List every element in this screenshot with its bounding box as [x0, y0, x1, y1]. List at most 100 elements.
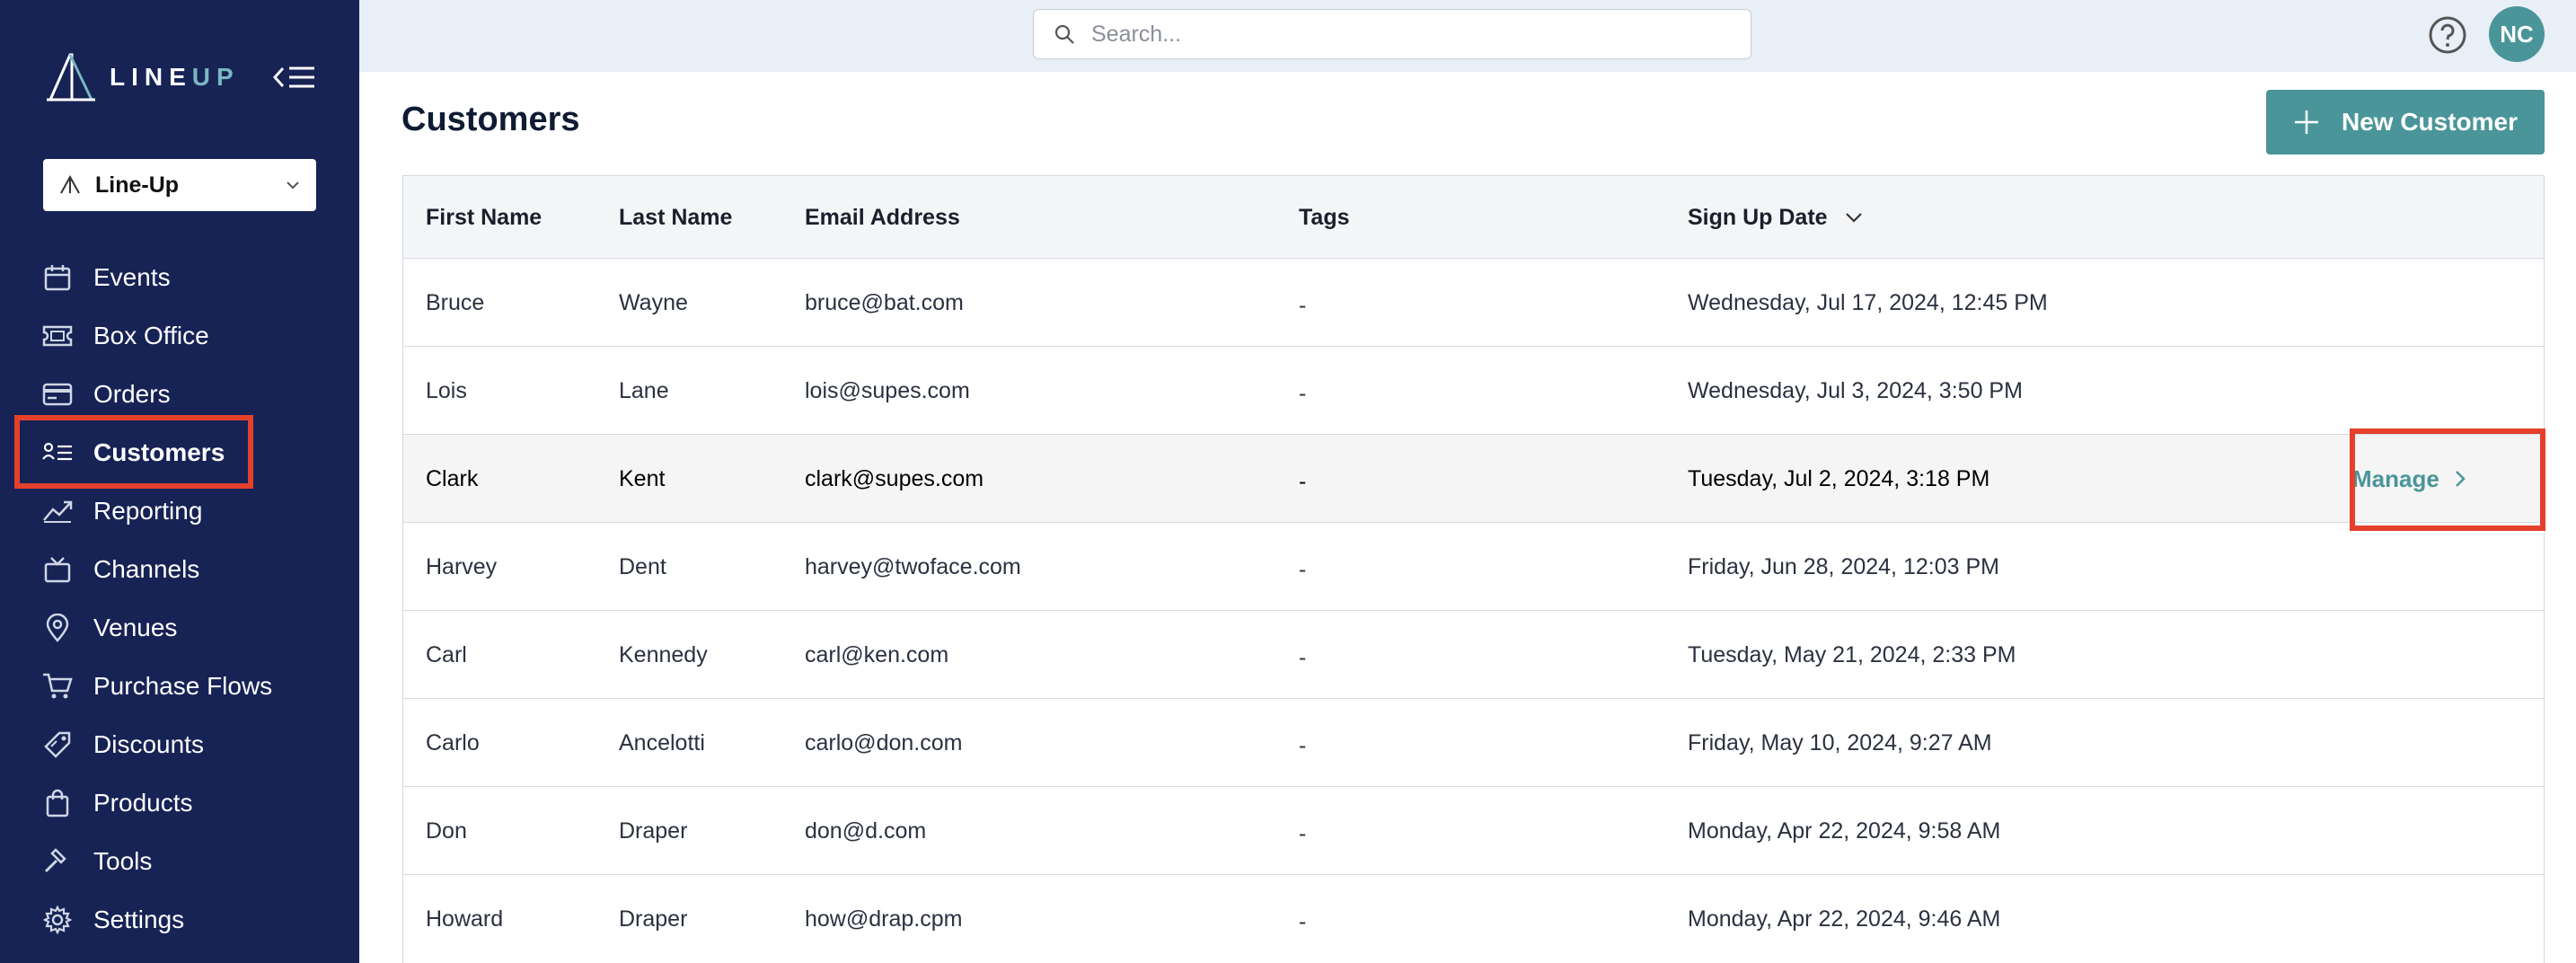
table-row[interactable]: Bruce Wayne bruce@bat.com - Wednesday, J…	[403, 259, 2544, 347]
cell-last-name: Kennedy	[619, 641, 708, 667]
cell-last-name: Draper	[619, 906, 688, 932]
sidebar-item-channels[interactable]: Channels	[0, 540, 359, 598]
cart-icon	[41, 670, 74, 702]
cell-sign-up-date: Monday, Apr 22, 2024, 9:58 AM	[1688, 817, 2001, 844]
highlight-box-manage	[2350, 428, 2545, 531]
cell-sign-up-date: Friday, Jun 28, 2024, 12:03 PM	[1688, 553, 1999, 579]
avatar[interactable]: NC	[2489, 6, 2545, 62]
column-header-last-name[interactable]: Last Name	[619, 176, 732, 259]
column-header-first-name[interactable]: First Name	[426, 176, 542, 259]
cell-first-name: Carlo	[426, 729, 480, 755]
cell-tags: -	[1299, 820, 1307, 846]
sidebar-item-label: Discounts	[93, 729, 204, 758]
calendar-icon	[41, 261, 74, 294]
org-logo-icon	[60, 175, 80, 194]
table-row[interactable]: Clark Kent clark@supes.com - Tuesday, Ju…	[403, 435, 2544, 523]
sidebar-item-label: Channels	[93, 554, 200, 583]
cell-sign-up-date: Tuesday, Jul 2, 2024, 3:18 PM	[1688, 465, 1990, 491]
org-selector[interactable]: Line-Up	[43, 159, 316, 211]
search-bar[interactable]	[1033, 9, 1751, 59]
sidebar-item-label: Box Office	[93, 321, 209, 349]
table-row[interactable]: Lois Lane lois@supes.com - Wednesday, Ju…	[403, 347, 2544, 435]
cell-email: harvey@twoface.com	[805, 553, 1021, 579]
help-button[interactable]	[2427, 14, 2468, 56]
customers-table: First Name Last Name Email Address Tags …	[402, 175, 2545, 963]
logo-text: LINEUP	[110, 63, 240, 92]
cell-email: how@drap.cpm	[805, 906, 963, 932]
sidebar-item-label: Settings	[93, 905, 185, 933]
sidebar-item-label: Events	[93, 262, 171, 291]
lineup-logo-icon	[47, 53, 95, 102]
sidebar-item-events[interactable]: Events	[0, 248, 359, 306]
cell-email: don@d.com	[805, 817, 927, 844]
gear-icon	[41, 904, 74, 936]
cell-first-name: Harvey	[426, 553, 498, 579]
cell-tags: -	[1299, 644, 1307, 670]
sidebar-item-tools[interactable]: Tools	[0, 832, 359, 890]
cell-tags: -	[1299, 732, 1307, 758]
cell-tags: -	[1299, 908, 1307, 934]
help-icon	[2429, 16, 2466, 54]
logo-text-accent: UP	[191, 63, 240, 91]
table-row[interactable]: Carl Kennedy carl@ken.com - Tuesday, May…	[403, 611, 2544, 699]
top-bar: NC	[359, 0, 2576, 72]
cell-first-name: Don	[426, 817, 467, 844]
cell-sign-up-date: Tuesday, May 21, 2024, 2:33 PM	[1688, 641, 2016, 667]
cell-last-name: Wayne	[619, 289, 688, 315]
column-header-sign-up-date-label: Sign Up Date	[1688, 204, 1828, 230]
sidebar-item-settings[interactable]: Settings	[0, 890, 359, 949]
cell-first-name: Clark	[426, 465, 479, 491]
chart-line-icon	[41, 495, 74, 527]
shopping-bag-icon	[41, 787, 74, 819]
cell-last-name: Kent	[619, 465, 666, 491]
page-title: Customers	[401, 101, 580, 138]
lineup-logo[interactable]: LINEUP	[43, 50, 240, 104]
cell-tags: -	[1299, 556, 1307, 582]
sort-chevron-down-icon	[1845, 213, 1862, 223]
sidebar-item-label: Venues	[93, 613, 178, 641]
new-customer-button[interactable]: New Customer	[2266, 90, 2545, 155]
ticket-icon	[41, 320, 74, 352]
chevron-down-icon	[287, 181, 299, 190]
credit-card-icon	[41, 378, 74, 411]
column-header-sign-up-date[interactable]: Sign Up Date	[1688, 176, 1864, 259]
cell-tags: -	[1299, 380, 1307, 406]
cell-email: carl@ken.com	[805, 641, 949, 667]
table-row[interactable]: Carlo Ancelotti carlo@don.com - Friday, …	[403, 699, 2544, 787]
sidebar-item-label: Reporting	[93, 496, 203, 525]
sidebar-item-label: Orders	[93, 379, 171, 408]
cell-sign-up-date: Monday, Apr 22, 2024, 9:46 AM	[1688, 906, 2001, 932]
org-selector-label: Line-Up	[95, 172, 180, 198]
cell-first-name: Bruce	[426, 289, 485, 315]
cell-sign-up-date: Friday, May 10, 2024, 9:27 AM	[1688, 729, 1992, 755]
highlight-box-customers	[14, 415, 253, 489]
cell-sign-up-date: Wednesday, Jul 3, 2024, 3:50 PM	[1688, 377, 2023, 403]
cell-sign-up-date: Wednesday, Jul 17, 2024, 12:45 PM	[1688, 289, 2048, 315]
sidebar-item-discounts[interactable]: Discounts	[0, 715, 359, 773]
sidebar-item-reporting[interactable]: Reporting	[0, 482, 359, 540]
cell-last-name: Ancelotti	[619, 729, 705, 755]
sidebar-item-purchase-flows[interactable]: Purchase Flows	[0, 657, 359, 715]
search-input[interactable]	[1091, 21, 1720, 48]
cell-first-name: Carl	[426, 641, 467, 667]
table-row[interactable]: Howard Draper how@drap.cpm - Monday, Apr…	[403, 875, 2544, 963]
table-header: First Name Last Name Email Address Tags …	[403, 176, 2544, 259]
sidebar-item-label: Products	[93, 788, 193, 817]
sidebar-item-label: Tools	[93, 846, 153, 875]
sidebar-item-products[interactable]: Products	[0, 773, 359, 832]
table-row[interactable]: Don Draper don@d.com - Monday, Apr 22, 2…	[403, 787, 2544, 875]
tag-icon	[41, 729, 74, 761]
sidebar-item-box-office[interactable]: Box Office	[0, 306, 359, 365]
cell-first-name: Lois	[426, 377, 467, 403]
column-header-tags[interactable]: Tags	[1299, 176, 1350, 259]
column-header-email[interactable]: Email Address	[805, 176, 960, 259]
collapse-menu-icon	[273, 66, 314, 88]
cell-tags: -	[1299, 292, 1307, 318]
tv-icon	[41, 553, 74, 586]
sidebar-item-venues[interactable]: Venues	[0, 598, 359, 657]
collapse-sidebar-button[interactable]	[271, 59, 318, 95]
cell-email: carlo@don.com	[805, 729, 963, 755]
sidebar-item-label: Purchase Flows	[93, 671, 273, 700]
map-pin-icon	[41, 612, 74, 644]
table-row[interactable]: Harvey Dent harvey@twoface.com - Friday,…	[403, 523, 2544, 611]
